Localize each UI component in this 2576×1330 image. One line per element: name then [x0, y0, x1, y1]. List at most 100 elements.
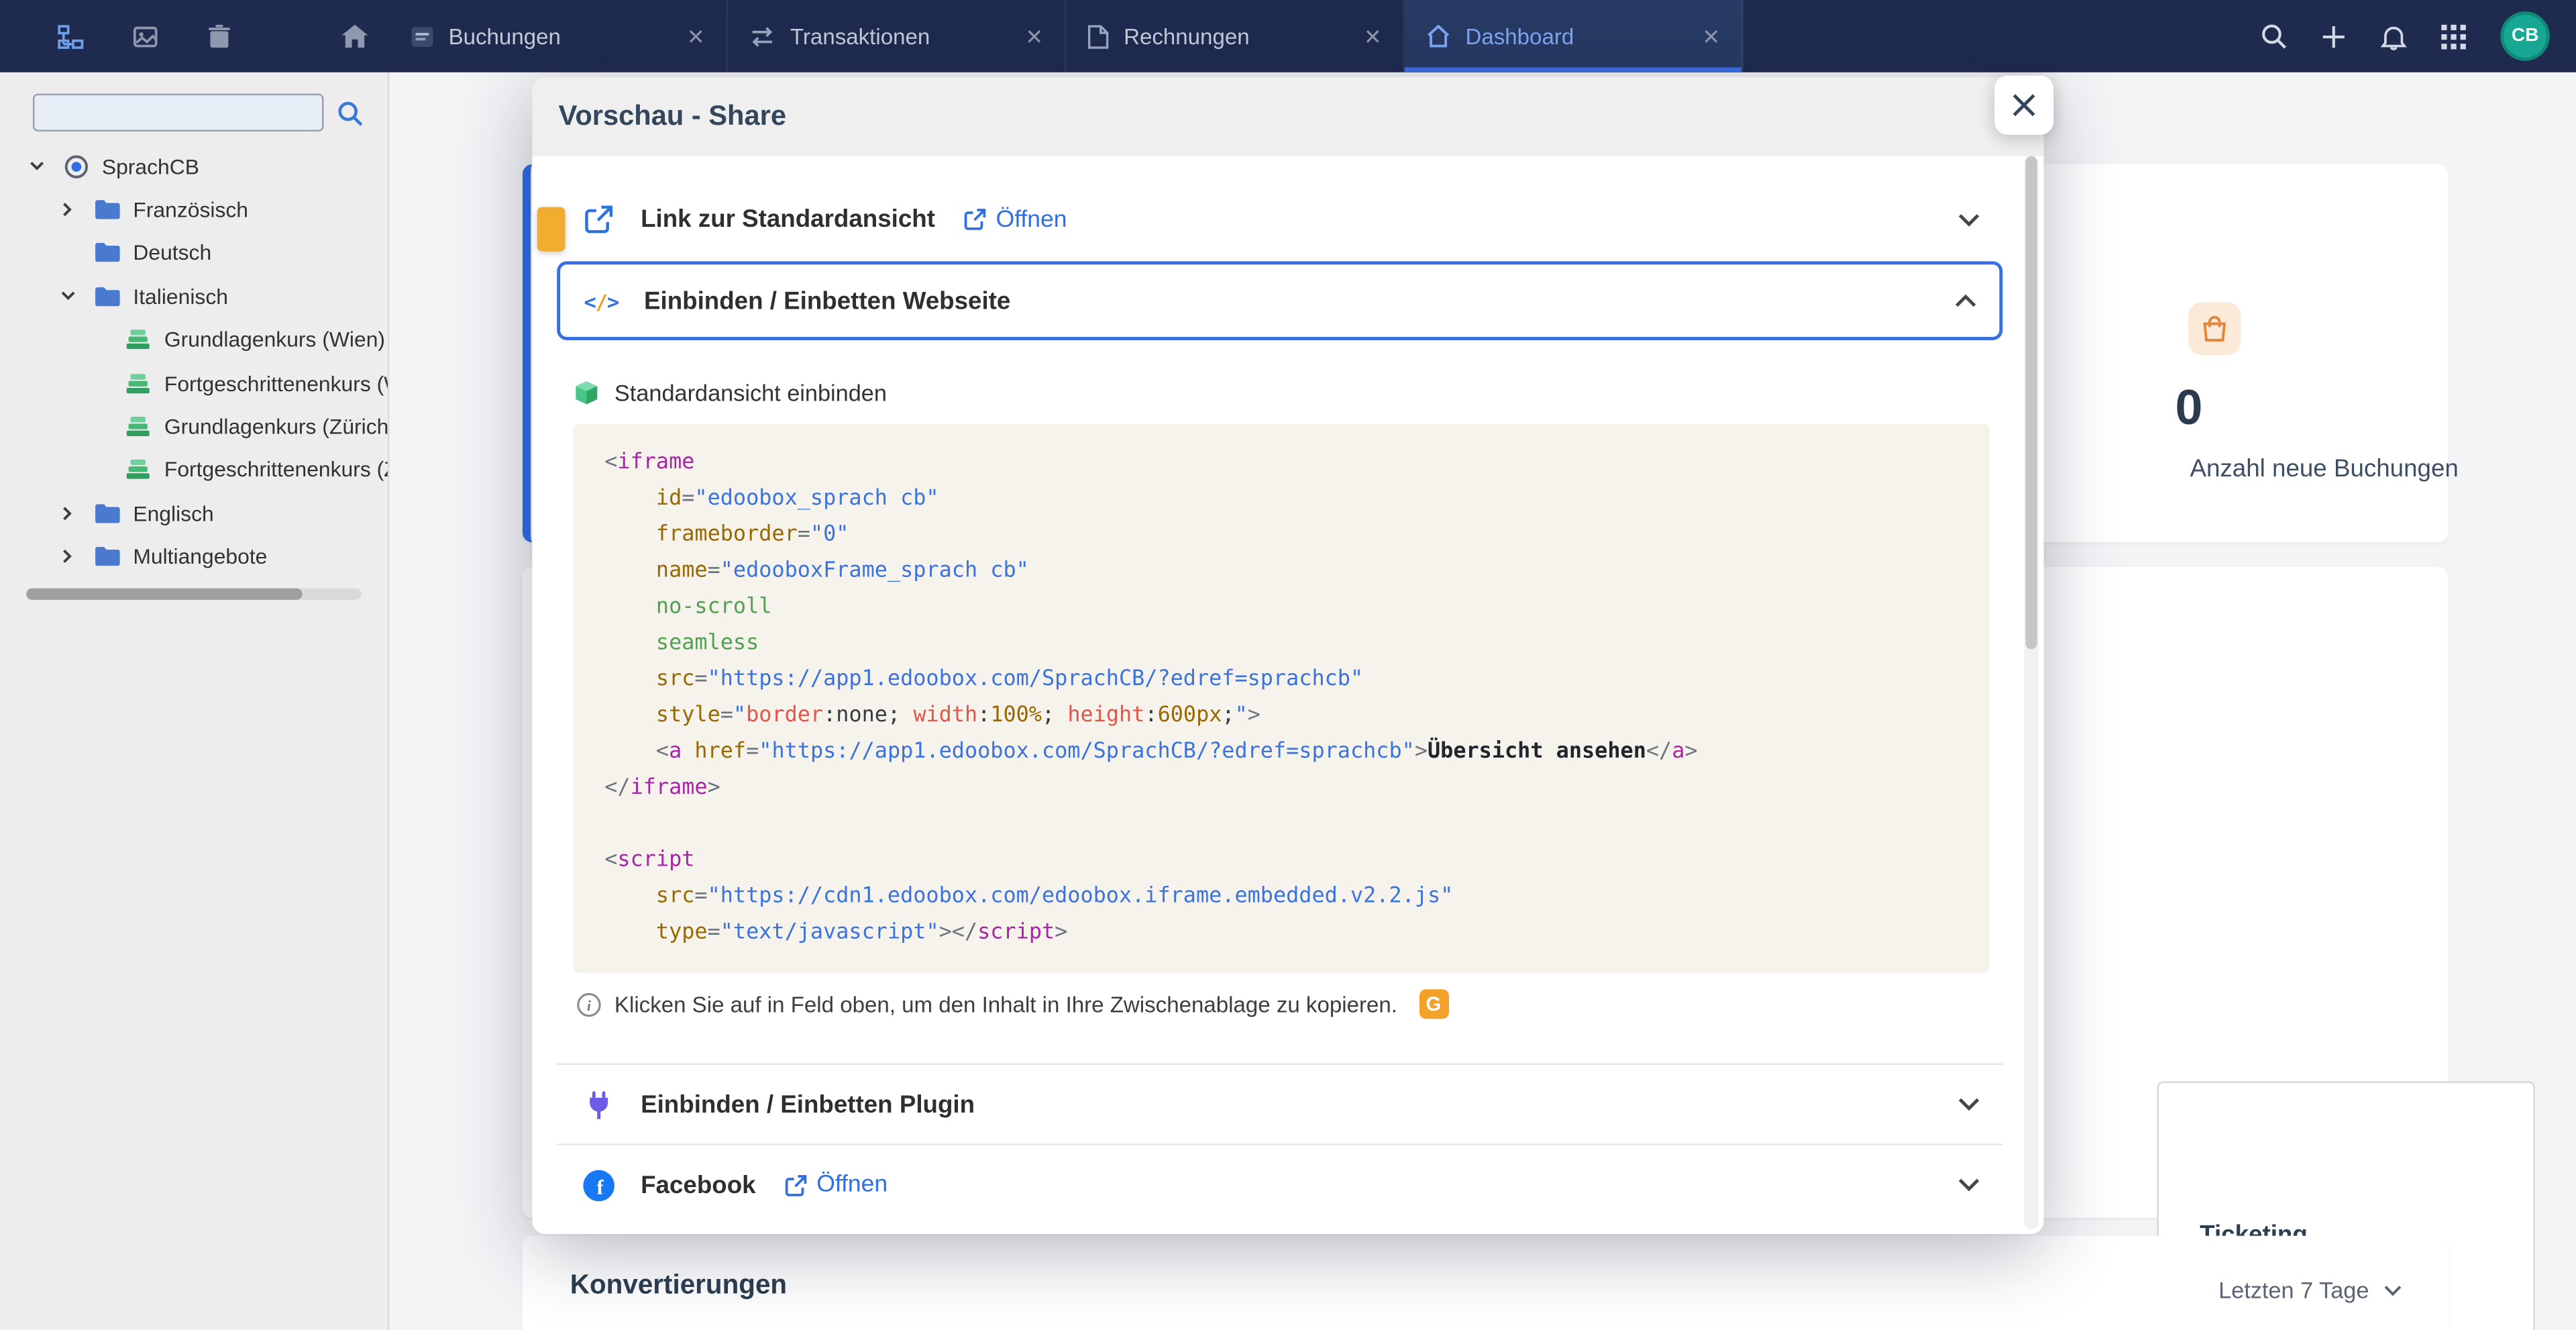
chevron-right-icon[interactable]: [54, 549, 80, 564]
open-facebook-link[interactable]: Öffnen: [786, 1172, 888, 1198]
app-root: Buchungen✕Transaktionen✕Rechnungen✕Dashb…: [0, 0, 2576, 1330]
chevron-up-icon[interactable]: [1955, 294, 1976, 307]
code-line: id="edoobox_sprach cb": [604, 482, 1973, 518]
tree-item-label: Multiangebote: [133, 544, 267, 569]
stat-value: 0: [2175, 381, 2202, 437]
chevron-down-icon[interactable]: [1958, 1178, 1980, 1192]
extension-widget-badge[interactable]: [537, 207, 566, 252]
code-line: type="text/javascript"></script>: [604, 915, 1973, 952]
code-line: seamless: [604, 626, 1973, 662]
bell-icon[interactable]: [2381, 22, 2407, 50]
tab-rechnungen[interactable]: Rechnungen ✕: [1066, 0, 1404, 72]
tab-label: Dashboard: [1465, 24, 1687, 49]
sidebar-search-icon[interactable]: [337, 99, 363, 125]
date-range-label: Letzten 7 Tage: [2218, 1277, 2369, 1303]
tab-close-icon[interactable]: ✕: [1364, 25, 1382, 47]
code-line: src="https://cdn1.edoobox.com/edoobox.if…: [604, 879, 1973, 915]
external-link-icon: [786, 1174, 807, 1196]
svg-text:i: i: [587, 996, 592, 1013]
accordion-facebook[interactable]: f Facebook Öffnen: [557, 1145, 2002, 1225]
tree-item-franz-sisch[interactable]: Französisch: [0, 188, 388, 232]
plus-icon[interactable]: [2321, 24, 2346, 49]
home-icon[interactable]: [340, 21, 370, 51]
tree-item-multiangebote[interactable]: Multiangebote: [0, 535, 388, 578]
transactions-icon: [749, 25, 775, 47]
offer-tree: SprachCBFranzösischDeutschItalienischGru…: [0, 145, 388, 578]
chevron-right-icon[interactable]: [54, 202, 80, 217]
embed-note-text: Klicken Sie auf in Feld oben, um den Inh…: [614, 992, 1397, 1017]
chevron-down-icon: [2383, 1284, 2402, 1296]
tree-item-label: SprachCB: [102, 154, 199, 178]
chevron-down-icon[interactable]: [54, 291, 80, 301]
embed-note-row: i Klicken Sie auf in Feld oben, um den I…: [577, 989, 2003, 1019]
tree-item-fortgeschrittenenkurs-wien[interactable]: Fortgeschrittenenkurs (Wien): [0, 362, 388, 405]
search-icon[interactable]: [2261, 23, 2287, 49]
accordion-link-standard-view[interactable]: Link zur Standardansicht Öffnen: [557, 181, 2002, 258]
open-link-label: Öffnen: [996, 206, 1067, 232]
external-link-icon: [965, 209, 986, 230]
external-link-icon: [580, 205, 616, 234]
tab-buchungen[interactable]: Buchungen ✕: [389, 0, 727, 72]
code-icon: </>: [583, 289, 619, 313]
conversions-title: Konvertierungen: [570, 1270, 787, 1302]
folder-icon: [94, 242, 120, 264]
plug-icon: [580, 1090, 616, 1119]
accordion-embed-plugin[interactable]: Einbinden / Einbetten Plugin: [557, 1065, 2002, 1144]
tree-item-label: Englisch: [133, 501, 213, 525]
tab-bar: Buchungen✕Transaktionen✕Rechnungen✕Dashb…: [389, 0, 1743, 72]
apps-grid-icon[interactable]: [2441, 24, 2466, 49]
tab-label: Buchungen: [449, 24, 672, 49]
modal-scrollbar[interactable]: [2024, 156, 2039, 1229]
tree-item-englisch[interactable]: Englisch: [0, 492, 388, 535]
accordion-label: Facebook: [641, 1171, 756, 1199]
conversions-card: Konvertierungen Letzten 7 Tage: [523, 1236, 2448, 1330]
trash-icon[interactable]: [204, 21, 233, 51]
tree-scrollbar-thumb[interactable]: [26, 589, 302, 600]
course-icon: [125, 459, 151, 480]
tree-item-grundlagenkurs-z-rich[interactable]: Grundlagenkurs (Zürich): [0, 405, 388, 448]
chevron-down-icon[interactable]: [1958, 213, 1980, 226]
accordion-embed-website[interactable]: </> Einbinden / Einbetten Webseite: [557, 261, 2002, 340]
embed-subtitle: Standardansicht einbinden: [614, 380, 887, 406]
modal-close-button[interactable]: [1994, 76, 2053, 135]
tree-horizontal-scrollbar[interactable]: [26, 589, 362, 600]
avatar[interactable]: CB: [2500, 11, 2549, 60]
chevron-down-icon[interactable]: [23, 161, 49, 171]
tree-item-fortgeschrittenenkurs-z-rich[interactable]: Fortgeschrittenenkurs (Zürich): [0, 448, 388, 492]
panel-icon[interactable]: [129, 21, 159, 51]
chevron-right-icon[interactable]: [54, 506, 80, 521]
tree-view-icon[interactable]: [56, 21, 85, 51]
tab-close-icon[interactable]: ✕: [687, 25, 705, 47]
folder-icon: [94, 546, 120, 568]
tree-item-sprachcb[interactable]: SprachCB: [0, 145, 388, 189]
folder-icon: [94, 286, 120, 307]
tree-item-label: Französisch: [133, 197, 248, 222]
tab-close-icon[interactable]: ✕: [1025, 25, 1043, 47]
tab-dashboard[interactable]: Dashboard ✕: [1405, 0, 1743, 72]
course-icon: [125, 329, 151, 350]
tree-item-italienisch[interactable]: Italienisch: [0, 274, 388, 318]
tab-label: Rechnungen: [1124, 24, 1349, 49]
embed-code-block[interactable]: <iframe id="edoobox_sprach cb" framebord…: [574, 424, 1990, 973]
tab-close-icon[interactable]: ✕: [1702, 25, 1720, 47]
tree-item-grundlagenkurs-wien[interactable]: Grundlagenkurs (Wien): [0, 318, 388, 362]
open-link[interactable]: Öffnen: [965, 206, 1067, 232]
tree-item-deutsch[interactable]: Deutsch: [0, 232, 388, 275]
tab-label: Transaktionen: [790, 24, 1010, 49]
accordion-label: Einbinden / Einbetten Plugin: [641, 1090, 975, 1119]
code-line: src="https://app1.edoobox.com/SprachCB/?…: [604, 662, 1973, 699]
grammar-extension-badge[interactable]: G: [1419, 989, 1448, 1019]
accordion-label: Link zur Standardansicht: [641, 205, 935, 234]
modal-body: Link zur Standardansicht Öffnen </> Einb…: [532, 156, 2043, 1225]
sidebar-search-input[interactable]: [33, 94, 323, 132]
modal-scrollbar-thumb[interactable]: [2026, 156, 2037, 650]
share-preview-modal: Vorschau - Share Link zur Standardansich…: [532, 77, 2043, 1234]
chevron-down-icon[interactable]: [1958, 1098, 1980, 1111]
tree-item-label: Fortgeschrittenenkurs (Wien): [164, 371, 388, 396]
code-line: name="edooboxFrame_sprach cb": [604, 554, 1973, 590]
open-link-label: Öffnen: [816, 1172, 888, 1198]
date-range-select[interactable]: Letzten 7 Tage: [2218, 1277, 2402, 1303]
topbar: Buchungen✕Transaktionen✕Rechnungen✕Dashb…: [0, 0, 2576, 72]
info-icon: i: [577, 992, 602, 1017]
tab-transaktionen[interactable]: Transaktionen ✕: [728, 0, 1066, 72]
